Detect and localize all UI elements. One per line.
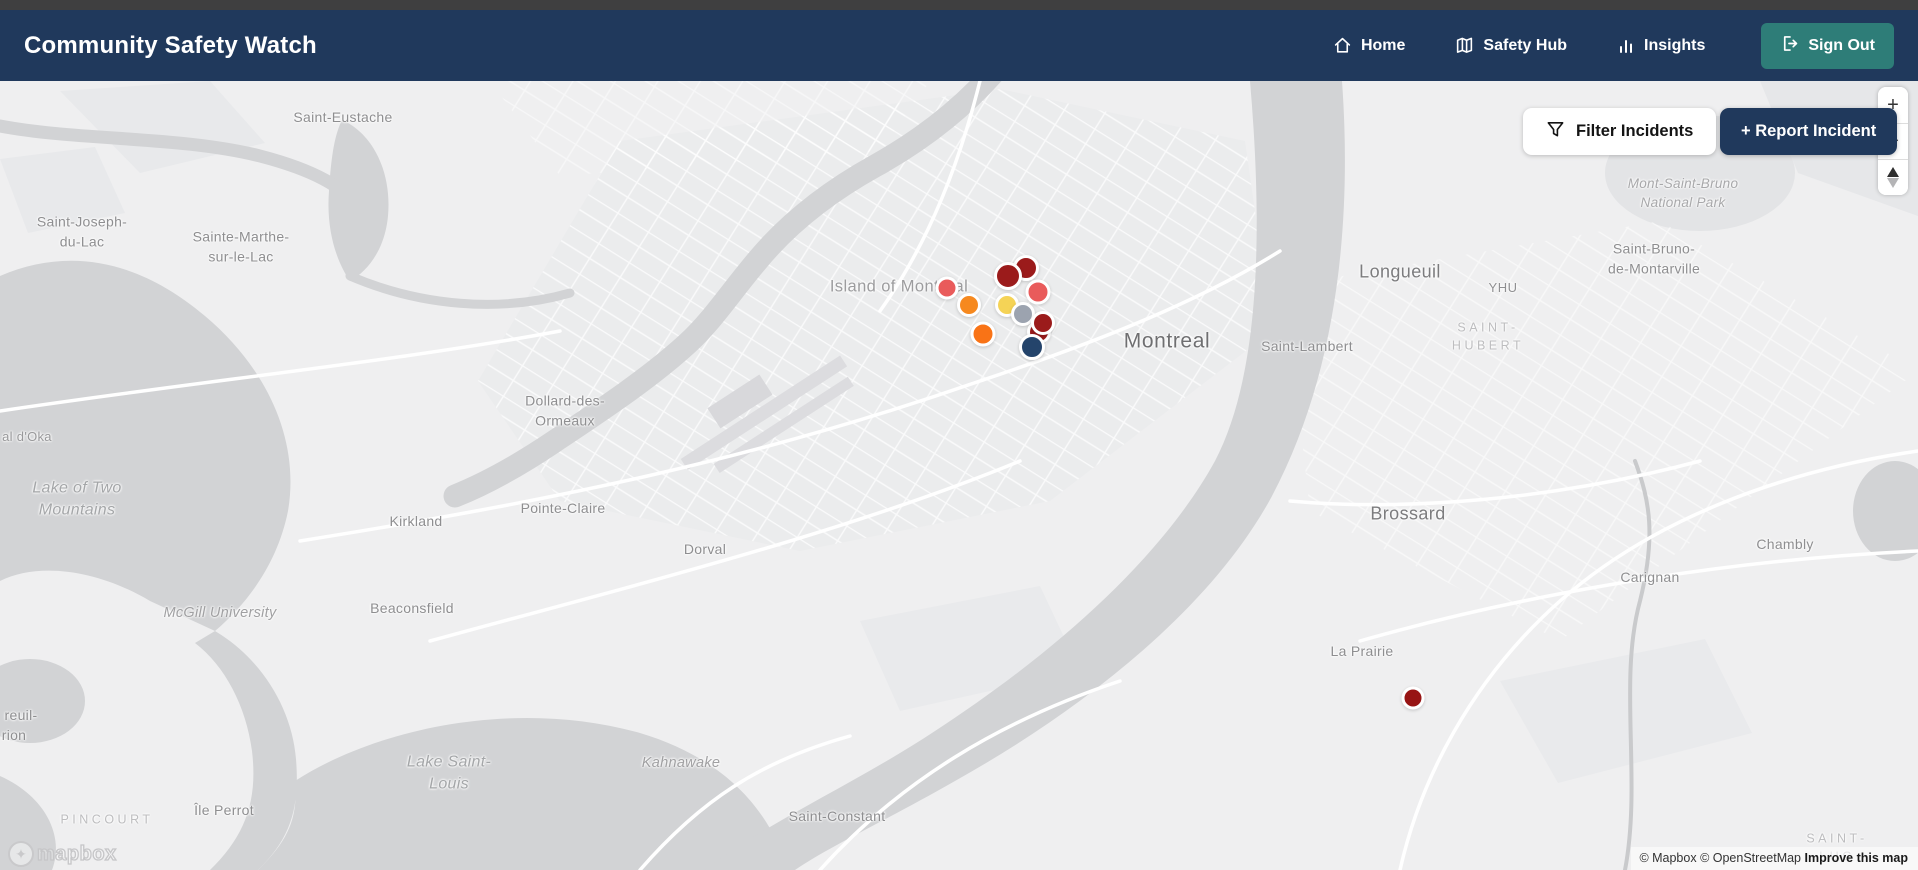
sign-out-button[interactable]: Sign Out xyxy=(1761,22,1894,69)
map-canvas xyxy=(0,81,1918,870)
sign-out-label: Sign Out xyxy=(1808,36,1875,54)
incident-marker[interactable] xyxy=(1031,311,1055,335)
incident-marker[interactable] xyxy=(935,276,959,300)
incident-marker[interactable] xyxy=(994,262,1022,290)
filter-incidents-label: Filter Incidents xyxy=(1576,122,1694,140)
nav-label: Insights xyxy=(1644,36,1706,54)
nav-item-insights[interactable]: Insights xyxy=(1617,37,1705,55)
incident-marker[interactable] xyxy=(1401,686,1425,710)
page-title: Community Safety Watch xyxy=(24,31,317,59)
improve-map-link[interactable]: Improve this map xyxy=(1805,851,1909,865)
report-incident-button[interactable]: + Report Incident xyxy=(1720,108,1898,155)
incident-marker[interactable] xyxy=(1019,334,1045,360)
attribution-osm-link[interactable]: © OpenStreetMap xyxy=(1700,851,1801,865)
nav-label: Safety Hub xyxy=(1483,36,1567,54)
funnel-icon xyxy=(1546,120,1565,144)
app-root: Community Safety Watch Home Safety Hub I… xyxy=(0,0,1918,870)
map-viewport[interactable]: Saint-Eustache Saint-Joseph- du-Lac Sainte… xyxy=(0,81,1918,870)
map-attribution: © Mapbox © OpenStreetMap Improve this ma… xyxy=(1631,847,1918,870)
bar-chart-icon xyxy=(1617,37,1635,55)
sign-out-icon xyxy=(1780,34,1799,58)
browser-chrome-strip xyxy=(0,0,1918,10)
nav-item-home[interactable]: Home xyxy=(1333,36,1405,55)
filter-incidents-button[interactable]: Filter Incidents xyxy=(1523,108,1717,155)
nav-label: Home xyxy=(1360,36,1406,54)
compass-icon xyxy=(1887,167,1899,188)
mapbox-logo[interactable]: ✦ mapbox xyxy=(8,841,117,867)
incident-marker[interactable] xyxy=(957,293,981,317)
home-icon xyxy=(1333,36,1352,55)
compass-button[interactable] xyxy=(1878,159,1908,195)
main-nav: Home Safety Hub Insights Sign Out xyxy=(1333,22,1894,69)
mapbox-wordmark: mapbox xyxy=(36,842,117,865)
incident-marker[interactable] xyxy=(1025,279,1051,305)
attribution-mapbox-link[interactable]: © Mapbox xyxy=(1639,851,1696,865)
incident-marker[interactable] xyxy=(970,321,996,347)
nav-item-safety-hub[interactable]: Safety Hub xyxy=(1455,36,1567,55)
map-icon xyxy=(1455,36,1474,55)
mapbox-icon: ✦ xyxy=(8,841,34,867)
app-header: Community Safety Watch Home Safety Hub I… xyxy=(0,10,1918,81)
